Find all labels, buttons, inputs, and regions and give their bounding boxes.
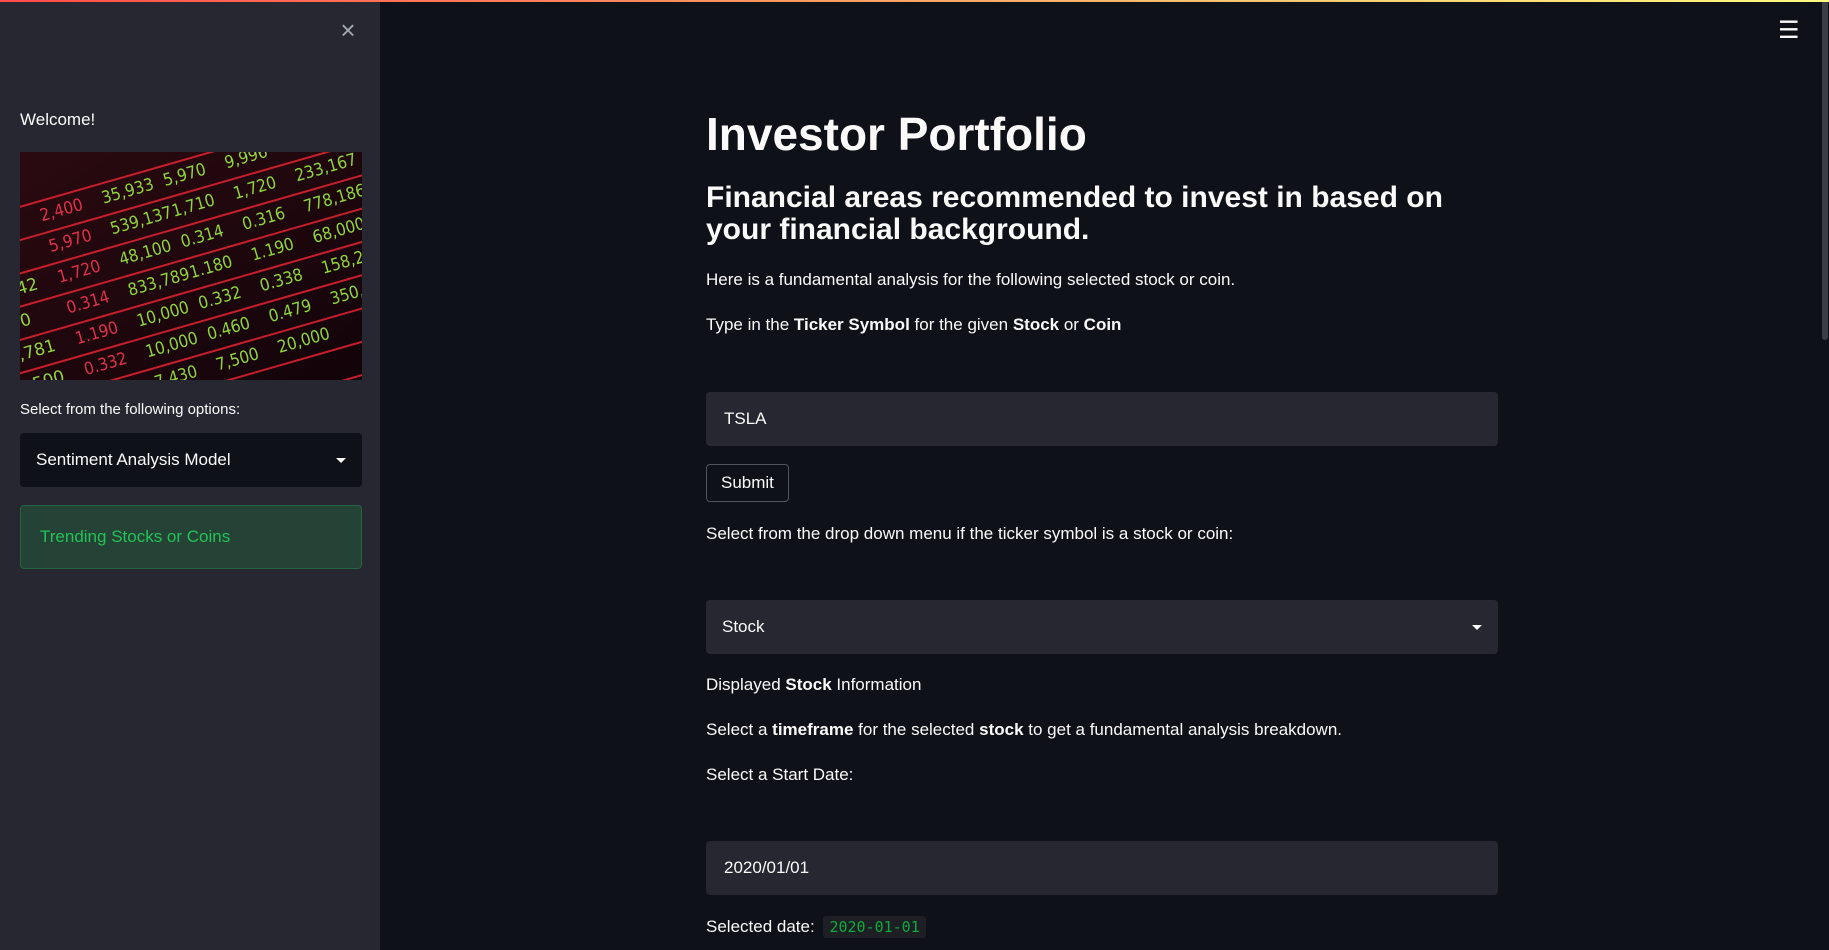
hamburger-menu-icon[interactable]: ☰ <box>1778 19 1800 43</box>
stock-board-graphic: 2,40035,933 5,9709,9965,970539,1371,7101,… <box>20 152 362 380</box>
timeframe-post: to get a fundamental analysis breakdown. <box>1023 720 1343 739</box>
displayed-pre: Displayed <box>706 675 786 694</box>
ticker-prompt-mid: for the given <box>909 315 1013 334</box>
timeframe-text: Select a timeframe for the selected stoc… <box>706 720 1342 740</box>
page-scrollbar[interactable] <box>1822 0 1828 340</box>
dropdown-prompt: Select from the drop down menu if the ti… <box>706 524 1234 543</box>
selected-date-text: Selected date: 2020-01-01 <box>706 916 926 938</box>
page-title: Investor Portfolio <box>706 108 1087 160</box>
ticker-prompt-bold-stock: Stock <box>1012 315 1060 334</box>
chevron-down-icon <box>336 457 346 463</box>
timeframe-mid: for the selected <box>853 720 980 739</box>
selected-date-label: Selected date: <box>706 917 815 936</box>
model-select[interactable]: Sentiment Analysis Model <box>20 433 362 487</box>
close-icon[interactable]: × <box>336 17 360 43</box>
selected-date-code: 2020-01-01 <box>823 916 926 938</box>
asset-type-value: Stock <box>722 617 765 636</box>
start-date-label: Select a Start Date: <box>706 765 854 784</box>
timeframe-bold-stock: stock <box>979 720 1024 739</box>
ticker-prompt: Type in the Ticker Symbol for the given … <box>706 315 1121 335</box>
ticker-prompt-or: or <box>1059 315 1084 334</box>
ticker-prompt-bold-coin: Coin <box>1083 315 1122 334</box>
submit-button[interactable]: Submit <box>706 464 789 502</box>
timeframe-pre: Select a <box>706 720 773 739</box>
asset-type-select[interactable]: Stock <box>706 600 1498 654</box>
ticker-prompt-bold-symbol: Ticker Symbol <box>793 315 910 334</box>
timeframe-bold: timeframe <box>772 720 854 739</box>
displayed-post: Information <box>831 675 922 694</box>
model-select-value: Sentiment Analysis Model <box>36 450 231 469</box>
trending-success-box: Trending Stocks or Coins <box>20 505 362 569</box>
intro-text: Here is a fundamental analysis for the f… <box>706 270 1236 289</box>
top-decoration-bar <box>0 0 1829 2</box>
page-subtitle: Financial areas recommended to invest in… <box>706 181 1443 246</box>
trending-text: Trending Stocks or Coins <box>40 527 231 546</box>
chevron-down-icon <box>1472 624 1482 630</box>
ticker-prompt-pre: Type in the <box>706 315 794 334</box>
stock-ticker-banner-image: 2,400 35,933 5,970 9,996 5,970 539,137 1,710 1,… <box>20 152 362 380</box>
welcome-text: Welcome! <box>20 110 96 129</box>
displayed-bold: Stock <box>785 675 832 694</box>
sidebar: × Welcome! 2,400 35,933 5,970 9,996 5,970 539… <box>0 0 380 950</box>
sidebar-select-label: Select from the following options: <box>20 401 241 418</box>
ticker-input[interactable] <box>706 392 1498 446</box>
displayed-info-text: Displayed Stock Information <box>706 675 921 695</box>
start-date-input[interactable] <box>706 841 1498 895</box>
